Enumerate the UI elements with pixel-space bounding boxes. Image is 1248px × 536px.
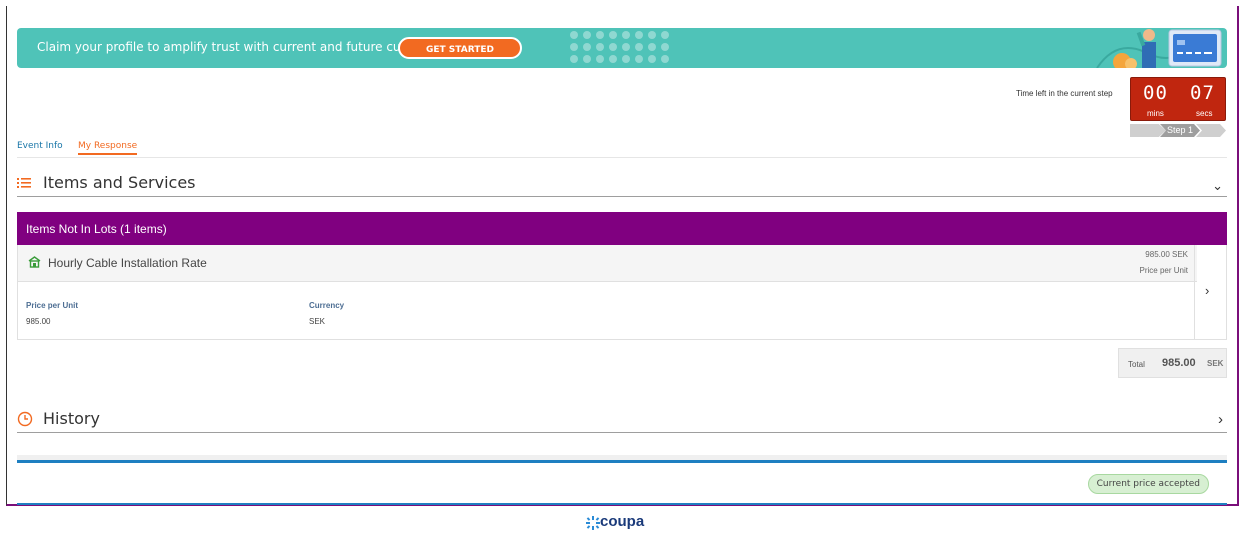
step-previous-chevron bbox=[1130, 124, 1166, 137]
timer-minutes-label: mins bbox=[1147, 109, 1164, 118]
history-header[interactable]: History › bbox=[17, 406, 1227, 433]
dot bbox=[635, 31, 643, 39]
history-title: History bbox=[43, 409, 100, 428]
dot bbox=[609, 31, 617, 39]
coupa-logo-text: coupa bbox=[600, 513, 645, 530]
dot bbox=[661, 31, 669, 39]
dot bbox=[661, 55, 669, 63]
get-started-button[interactable]: GET STARTED bbox=[398, 37, 522, 59]
dot bbox=[648, 55, 656, 63]
price-per-unit-label: Price per Unit bbox=[26, 301, 79, 310]
dot bbox=[583, 43, 591, 51]
item-header: Hourly Cable Installation Rate 985.00 SE… bbox=[18, 245, 1197, 282]
dot bbox=[622, 31, 630, 39]
banner-text: Claim your profile to amplify trust with… bbox=[37, 40, 453, 54]
banner-illustration-icon bbox=[1096, 29, 1222, 68]
dot bbox=[596, 31, 604, 39]
chevron-right-icon[interactable]: › bbox=[1218, 411, 1223, 428]
timer-minutes: 00 bbox=[1143, 82, 1168, 104]
tab-my-response[interactable]: My Response bbox=[78, 141, 138, 155]
status-panel: Current price accepted bbox=[17, 460, 1227, 505]
dot bbox=[661, 43, 669, 51]
clock-icon bbox=[17, 411, 33, 427]
dot bbox=[596, 43, 604, 51]
dots-decoration bbox=[570, 31, 680, 68]
step-indicator: Step 1 bbox=[1130, 124, 1226, 137]
price-per-unit-value: 985.00 bbox=[26, 317, 51, 326]
dot bbox=[635, 43, 643, 51]
lots-title: Items Not In Lots (1 items) bbox=[26, 222, 167, 236]
dot bbox=[596, 55, 604, 63]
timer-seconds-label: secs bbox=[1196, 109, 1213, 118]
item-card: Hourly Cable Installation Rate 985.00 SE… bbox=[17, 245, 1227, 340]
item-price-summary-label: Price per Unit bbox=[1139, 266, 1188, 275]
dot bbox=[622, 55, 630, 63]
total-currency: SEK bbox=[1207, 359, 1224, 368]
item-catalog-icon bbox=[28, 256, 41, 268]
chevron-right-icon[interactable]: › bbox=[1205, 283, 1209, 298]
currency-value: SEK bbox=[309, 317, 326, 326]
dot bbox=[583, 31, 591, 39]
dot bbox=[635, 55, 643, 63]
dot bbox=[648, 31, 656, 39]
items-services-title: Items and Services bbox=[43, 173, 196, 192]
items-services-header[interactable]: Items and Services ⌄ bbox=[17, 170, 1227, 197]
item-price-summary: 985.00 SEK bbox=[1145, 250, 1188, 259]
dot bbox=[583, 55, 591, 63]
dot bbox=[609, 43, 617, 51]
countdown-timer: 00 07 mins secs bbox=[1130, 77, 1226, 121]
step-current: Step 1 bbox=[1160, 124, 1200, 137]
coupa-logo-icon bbox=[586, 516, 600, 530]
list-icon bbox=[17, 178, 31, 188]
total-box: Total 985.00 SEK bbox=[1118, 348, 1227, 378]
dot bbox=[609, 55, 617, 63]
timer-seconds: 07 bbox=[1190, 82, 1215, 104]
dot bbox=[570, 43, 578, 51]
tab-event-info[interactable]: Event Info bbox=[17, 141, 63, 151]
claim-profile-banner: Claim your profile to amplify trust with… bbox=[17, 28, 1227, 68]
item-expand-panel[interactable]: › bbox=[1194, 245, 1226, 339]
timer-label: Time left in the current step bbox=[1016, 89, 1113, 98]
items-not-in-lots-bar: Items Not In Lots (1 items) bbox=[17, 212, 1227, 245]
dot bbox=[570, 55, 578, 63]
status-badge: Current price accepted bbox=[1087, 474, 1209, 494]
dot bbox=[570, 31, 578, 39]
currency-label: Currency bbox=[309, 301, 345, 310]
total-value: 985.00 bbox=[1162, 357, 1196, 369]
tabs-divider bbox=[17, 157, 1227, 158]
step-next-chevron bbox=[1196, 124, 1226, 137]
item-name: Hourly Cable Installation Rate bbox=[48, 256, 207, 270]
chevron-down-icon[interactable]: ⌄ bbox=[1212, 178, 1223, 194]
dot bbox=[622, 43, 630, 51]
right-accent-line bbox=[1237, 6, 1239, 506]
dot bbox=[648, 43, 656, 51]
total-label: Total bbox=[1128, 360, 1145, 369]
